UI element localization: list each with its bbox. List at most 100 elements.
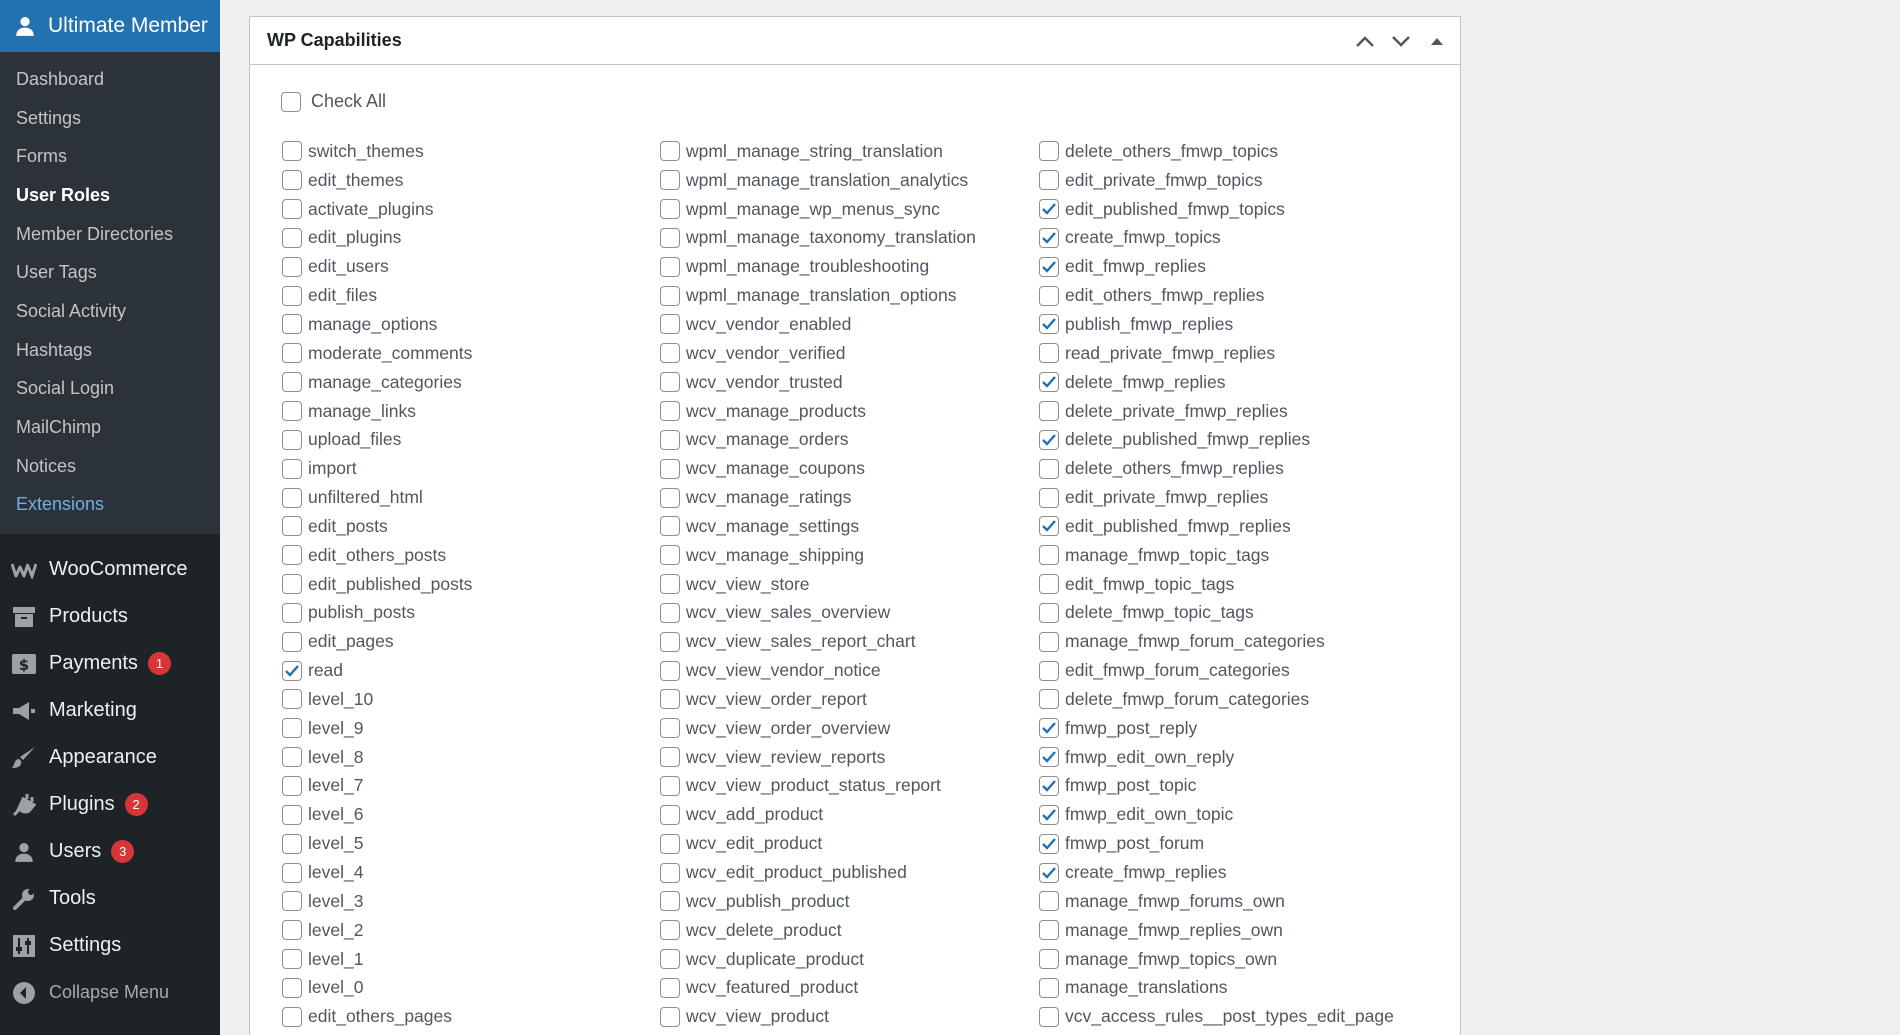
submenu-item-forms[interactable]: Forms (0, 137, 220, 176)
capability-checkbox[interactable] (660, 170, 680, 191)
capability-manage_fmwp_forums_own[interactable]: manage_fmwp_forums_own (1039, 887, 1394, 916)
capability-wcv_edit_product_published[interactable]: wcv_edit_product_published (660, 858, 976, 887)
capability-edit_published_posts[interactable]: edit_published_posts (282, 570, 472, 599)
capability-checkbox[interactable] (282, 574, 302, 595)
capability-import[interactable]: import (282, 454, 472, 483)
capability-edit_others_posts[interactable]: edit_others_posts (282, 541, 472, 570)
capability-checkbox[interactable] (1039, 689, 1059, 710)
capability-checkbox[interactable] (660, 833, 680, 854)
capability-checkbox[interactable] (1039, 343, 1059, 364)
toggle-panel-button[interactable] (1426, 30, 1448, 52)
capability-checkbox[interactable] (1039, 1006, 1059, 1027)
capability-wcv_manage_settings[interactable]: wcv_manage_settings (660, 512, 976, 541)
capability-wcv_manage_orders[interactable]: wcv_manage_orders (660, 425, 976, 454)
submenu-item-user-tags[interactable]: User Tags (0, 253, 220, 292)
capability-checkbox[interactable] (282, 401, 302, 422)
capability-level_2[interactable]: level_2 (282, 916, 472, 945)
capability-checkbox[interactable] (1039, 747, 1059, 768)
capability-wcv_view_product_status_report[interactable]: wcv_view_product_status_report (660, 772, 976, 801)
capability-checkbox[interactable] (660, 718, 680, 739)
capability-read[interactable]: read (282, 656, 472, 685)
capability-manage_translations[interactable]: manage_translations (1039, 973, 1394, 1002)
capability-checkbox[interactable] (660, 689, 680, 710)
capability-checkbox[interactable] (1039, 199, 1059, 220)
capability-wcv_view_product[interactable]: wcv_view_product (660, 1002, 976, 1031)
capability-checkbox[interactable] (1039, 977, 1059, 998)
capability-checkbox[interactable] (1039, 429, 1059, 450)
capability-checkbox[interactable] (1039, 775, 1059, 796)
capability-checkbox[interactable] (1039, 602, 1059, 623)
capability-checkbox[interactable] (282, 804, 302, 825)
capability-fmwp_post_topic[interactable]: fmwp_post_topic (1039, 772, 1394, 801)
capability-edit_private_fmwp_replies[interactable]: edit_private_fmwp_replies (1039, 483, 1394, 512)
capability-checkbox[interactable] (282, 833, 302, 854)
capability-edit_fmwp_forum_categories[interactable]: edit_fmwp_forum_categories (1039, 656, 1394, 685)
capability-fmwp_post_forum[interactable]: fmwp_post_forum (1039, 829, 1394, 858)
submenu-item-settings[interactable]: Settings (0, 99, 220, 138)
capability-checkbox[interactable] (660, 574, 680, 595)
capability-checkbox[interactable] (660, 747, 680, 768)
capability-wcv_duplicate_product[interactable]: wcv_duplicate_product (660, 945, 976, 974)
capability-checkbox[interactable] (660, 660, 680, 681)
capability-wcv_manage_products[interactable]: wcv_manage_products (660, 397, 976, 426)
capability-wcv_delete_product[interactable]: wcv_delete_product (660, 916, 976, 945)
capability-wcv_view_sales_report_chart[interactable]: wcv_view_sales_report_chart (660, 627, 976, 656)
capability-checkbox[interactable] (282, 718, 302, 739)
capability-edit_pages[interactable]: edit_pages (282, 627, 472, 656)
capability-checkbox[interactable] (660, 285, 680, 306)
capability-checkbox[interactable] (282, 285, 302, 306)
capability-level_10[interactable]: level_10 (282, 685, 472, 714)
capability-checkbox[interactable] (282, 862, 302, 883)
capability-checkbox[interactable] (1039, 545, 1059, 566)
capability-level_5[interactable]: level_5 (282, 829, 472, 858)
capability-checkbox[interactable] (282, 891, 302, 912)
sidebar-item-ultimate-member[interactable]: Ultimate Member (0, 0, 220, 52)
capability-wcv_featured_product[interactable]: wcv_featured_product (660, 973, 976, 1002)
menu-item-woocommerce[interactable]: WooCommerce (0, 546, 220, 593)
capability-checkbox[interactable] (660, 602, 680, 623)
capability-checkbox[interactable] (660, 199, 680, 220)
capability-edit_published_fmwp_topics[interactable]: edit_published_fmwp_topics (1039, 195, 1394, 224)
capability-wpml_manage_wp_menus_sync[interactable]: wpml_manage_wp_menus_sync (660, 195, 976, 224)
capability-checkbox[interactable] (1039, 141, 1059, 162)
submenu-item-member-directories[interactable]: Member Directories (0, 215, 220, 254)
capability-wpml_manage_translation_options[interactable]: wpml_manage_translation_options (660, 281, 976, 310)
menu-item-products[interactable]: Products (0, 593, 220, 640)
capability-checkbox[interactable] (282, 545, 302, 566)
capability-checkbox[interactable] (660, 1006, 680, 1027)
capability-checkbox[interactable] (1039, 891, 1059, 912)
capability-publish_posts[interactable]: publish_posts (282, 599, 472, 628)
capability-wcv_publish_product[interactable]: wcv_publish_product (660, 887, 976, 916)
capability-edit_posts[interactable]: edit_posts (282, 512, 472, 541)
capability-edit_others_pages[interactable]: edit_others_pages (282, 1002, 472, 1031)
capability-checkbox[interactable] (1039, 487, 1059, 508)
capability-wcv_vendor_enabled[interactable]: wcv_vendor_enabled (660, 310, 976, 339)
move-down-button[interactable] (1390, 30, 1412, 52)
capability-checkbox[interactable] (282, 516, 302, 537)
capability-checkbox[interactable] (660, 862, 680, 883)
capability-fmwp_edit_own_topic[interactable]: fmwp_edit_own_topic (1039, 800, 1394, 829)
capability-checkbox[interactable] (660, 949, 680, 970)
capability-checkbox[interactable] (1039, 285, 1059, 306)
capability-wcv_view_order_report[interactable]: wcv_view_order_report (660, 685, 976, 714)
capability-level_0[interactable]: level_0 (282, 973, 472, 1002)
capability-checkbox[interactable] (282, 372, 302, 393)
capability-checkbox[interactable] (1039, 718, 1059, 739)
capability-edit_fmwp_replies[interactable]: edit_fmwp_replies (1039, 252, 1394, 281)
capability-manage_fmwp_replies_own[interactable]: manage_fmwp_replies_own (1039, 916, 1394, 945)
capability-checkbox[interactable] (1039, 804, 1059, 825)
capability-checkbox[interactable] (1039, 314, 1059, 335)
capability-checkbox[interactable] (1039, 372, 1059, 393)
menu-item-users[interactable]: Users 3 (0, 828, 220, 875)
capability-wpml_manage_string_translation[interactable]: wpml_manage_string_translation (660, 137, 976, 166)
capability-checkbox[interactable] (282, 141, 302, 162)
capability-checkbox[interactable] (660, 314, 680, 335)
capability-manage_links[interactable]: manage_links (282, 397, 472, 426)
capability-level_8[interactable]: level_8 (282, 743, 472, 772)
capability-checkbox[interactable] (282, 314, 302, 335)
capability-checkbox[interactable] (660, 920, 680, 941)
capability-checkbox[interactable] (282, 602, 302, 623)
capability-edit_plugins[interactable]: edit_plugins (282, 224, 472, 253)
capability-edit_themes[interactable]: edit_themes (282, 166, 472, 195)
capability-checkbox[interactable] (1039, 631, 1059, 652)
